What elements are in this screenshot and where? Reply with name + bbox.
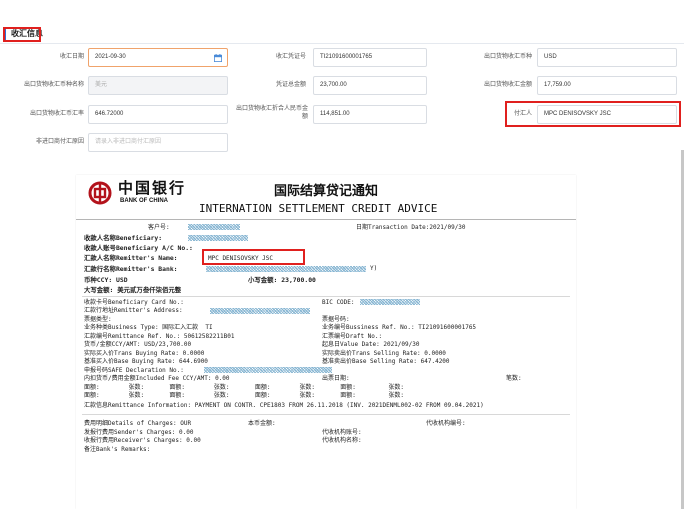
trans-buying-rate: 实际买入价Trans Buying Rate: 0.0000 bbox=[84, 350, 205, 357]
local-amount: 本币金额: bbox=[248, 420, 276, 427]
issue-date: 出票日期: bbox=[322, 375, 350, 382]
document-title-en: INTERNATION SETTLEMENT CREDIT ADVICE bbox=[199, 202, 438, 215]
masked-bic bbox=[360, 299, 420, 305]
highlight-remitter-name bbox=[202, 249, 305, 265]
remitter-name-label: 汇款人名称Remitter's Name: bbox=[84, 254, 178, 262]
customer-no: 客户号: bbox=[148, 224, 170, 231]
small-amount: 小写金额: 23,700.00 bbox=[248, 276, 316, 284]
bank-name-en: BANK OF CHINA bbox=[120, 198, 168, 204]
masked-remitter-address bbox=[210, 308, 310, 314]
remitter-bank-label: 汇款行名称Remitter's Bank: bbox=[84, 265, 178, 273]
highlight-section-title bbox=[3, 27, 41, 42]
export-rate-label: 出口货物收汇币汇率 bbox=[29, 111, 84, 117]
business-type: 业务种类Business Type: 国际汇入汇款 TI bbox=[84, 324, 213, 331]
bank-name-cn: 中国银行 bbox=[118, 179, 187, 197]
base-buying-rate: 基准买入价Base Buying Rate: 644.6900 bbox=[84, 358, 208, 365]
highlight-payer bbox=[505, 101, 681, 127]
bill-no: 票据号码: bbox=[322, 316, 350, 323]
remitter-bank-tail: Y) bbox=[370, 265, 378, 272]
section-header: 收汇信息 bbox=[0, 26, 684, 44]
agent-no: 代收机构编号: bbox=[426, 420, 466, 427]
export-currency-field[interactable]: USD bbox=[537, 48, 677, 67]
voucher-total-field[interactable]: 23,700.00 bbox=[313, 76, 427, 95]
remittance-information: 汇款信息Remittance Information: PAYMENT ON C… bbox=[84, 402, 484, 409]
agent-name: 代收机构名称: bbox=[322, 437, 362, 444]
masked-beneficiary bbox=[188, 235, 248, 241]
masked-remitter-bank bbox=[206, 266, 366, 272]
beneficiary-card-no: 收款卡号Beneficiary Card No.: bbox=[84, 299, 184, 306]
business-ref: 业务编号Bussiness Ref. No.: TI21091600001765 bbox=[322, 324, 477, 331]
beneficiary-label: 收款人名称Beneficiary: bbox=[84, 234, 163, 242]
bill-type: 票据类型: bbox=[84, 316, 112, 323]
included-fee: 内扣货币/费用金额Included Fee CCY/AMT: 0.00 bbox=[84, 375, 230, 382]
agent-account: 代收机构账号: bbox=[322, 429, 362, 436]
details-of-charges: 费用明细Details of Charges: OUR bbox=[84, 420, 192, 427]
export-rmb-field[interactable]: 114,851.00 bbox=[313, 105, 427, 124]
remitter-address: 汇款行地址Remitter's Address: bbox=[84, 307, 183, 314]
divider bbox=[82, 296, 570, 297]
voucher-total-label: 凭证总金额 bbox=[275, 82, 306, 88]
bank-remarks: 备注Bank's Remarks: bbox=[84, 446, 151, 453]
credit-advice-document: 中国银行 BANK OF CHINA 国际结算贷记通知 INTERNATION … bbox=[76, 175, 576, 509]
export-amount-field[interactable]: 17,759.00 bbox=[537, 76, 677, 95]
denomination-row-2: 面额: 张数: 面额: 张数: 面额: 张数: 面额: 张数: bbox=[84, 392, 404, 399]
bill-count: 笔数: bbox=[506, 375, 522, 382]
beneficiary-account: 收款人账号Beneficiary A/C No.: bbox=[84, 244, 193, 252]
export-currency-label: 出口货物收汇币种 bbox=[483, 54, 532, 60]
big-amount: 大写金额: 美元贰万叁仟柒佰元整 bbox=[84, 286, 182, 294]
currency: 币种CCY: USD bbox=[84, 276, 128, 284]
receive-date-field[interactable]: 2021-09-30 bbox=[88, 48, 228, 67]
receive-date-value: 2021-09-30 bbox=[95, 54, 126, 60]
non-payer-reason-label: 非进口商付汇原因 bbox=[35, 139, 84, 145]
bank-of-china-logo-icon bbox=[88, 181, 112, 205]
trans-selling-rate: 实际卖出价Trans Selling Rate: 0.0000 bbox=[322, 350, 446, 357]
calendar-icon[interactable] bbox=[214, 54, 222, 62]
document-title-cn: 国际结算贷记通知 bbox=[274, 184, 379, 199]
transaction-date: 日期Transaction Date:2021/09/30 bbox=[356, 224, 466, 231]
sender-charges: 发报行费用Sender's Charges: 0.00 bbox=[84, 429, 194, 436]
export-amount-label: 出口货物收汇金额 bbox=[483, 82, 532, 88]
receiver-charges: 收报行费用Receiver's Charges: 0.00 bbox=[84, 437, 201, 444]
value-date: 起息日Value Date: 2021/09/30 bbox=[322, 341, 420, 348]
voucher-no-field[interactable]: TI21091600001765 bbox=[313, 48, 427, 67]
base-selling-rate: 基准卖出价Base Selling Rate: 647.4200 bbox=[322, 358, 450, 365]
export-currency-name-label: 出口货物收汇币种名称 bbox=[23, 82, 84, 88]
safe-declaration-no: 申报号码SAFE Declaration No.: bbox=[84, 367, 184, 374]
divider bbox=[82, 414, 570, 415]
export-currency-name-field: 美元 bbox=[88, 76, 228, 95]
voucher-no-label: 收汇凭证号 bbox=[275, 54, 306, 60]
denomination-row-1: 面额: 张数: 面额: 张数: 面额: 张数: 面额: 张数: bbox=[84, 384, 404, 391]
masked-safe-no bbox=[204, 367, 332, 373]
document-header: 中国银行 BANK OF CHINA 国际结算贷记通知 INTERNATION … bbox=[76, 175, 576, 220]
masked-customer-no bbox=[188, 224, 240, 230]
export-rate-field[interactable]: 646.72000 bbox=[88, 105, 228, 124]
export-rmb-label: 出口货物收汇折合人民币金额 bbox=[235, 106, 308, 120]
non-payer-reason-input[interactable]: 请录入非进口商付汇原因 bbox=[88, 133, 228, 152]
receive-date-label: 收汇日期 bbox=[59, 54, 84, 60]
remittance-ref: 汇款编号Remittance Ref. No.: 50612582211B01 bbox=[84, 333, 235, 340]
currency-amount: 货币/金额CCY/AMT: USD/23,700.00 bbox=[84, 341, 192, 348]
draft-no: 汇票编号Draft No.: bbox=[322, 333, 383, 340]
bic-code: BIC CODE: bbox=[322, 299, 355, 306]
